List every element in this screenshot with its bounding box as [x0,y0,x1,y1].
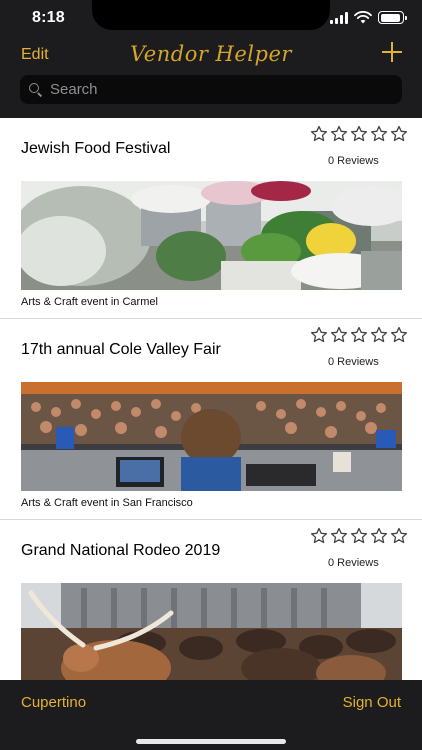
event-caption: Arts & Craft event in Carmel [21,296,158,308]
plus-icon[interactable] [382,42,402,62]
status-indicators [330,11,407,24]
review-count: 0 Reviews [328,155,379,167]
dj-crowd-photo [21,382,402,491]
star-outline-icon[interactable] [310,326,328,344]
star-outline-icon[interactable] [330,125,348,143]
star-outline-icon[interactable] [350,527,368,545]
search-icon [29,82,43,97]
star-outline-icon[interactable] [370,125,388,143]
sign-out-button[interactable]: Sign Out [343,694,401,711]
rating-stars[interactable] [310,125,408,143]
location-button[interactable]: Cupertino [21,694,86,711]
event-row[interactable]: 17th annual Cole Valley Fair 0 Reviews A… [0,319,422,520]
event-row[interactable]: Jewish Food Festival 0 Reviews Arts & Cr… [0,118,422,319]
star-outline-icon[interactable] [310,527,328,545]
home-indicator[interactable] [136,739,286,744]
app-screen: 8:18 Edit Vendor Helper Jewish Food Fest [0,0,422,750]
cattle-rodeo-photo [21,583,402,680]
review-count: 0 Reviews [328,557,379,569]
rating-stars[interactable] [310,326,408,344]
event-caption: Arts & Craft event in San Francisco [21,497,193,509]
app-title: Vendor Helper [130,42,292,66]
star-outline-icon[interactable] [390,125,408,143]
event-title: 17th annual Cole Valley Fair [21,341,221,358]
top-bar: 8:18 Edit Vendor Helper [0,0,422,118]
event-row[interactable]: Grand National Rodeo 2019 0 Reviews [0,520,422,680]
battery-icon [378,11,407,24]
event-list[interactable]: Jewish Food Festival 0 Reviews Arts & Cr… [0,118,422,680]
star-outline-icon[interactable] [390,527,408,545]
star-outline-icon[interactable] [330,326,348,344]
star-outline-icon[interactable] [390,326,408,344]
device-notch [92,0,330,30]
review-count: 0 Reviews [328,356,379,368]
wifi-icon [354,11,372,24]
cellular-signal-icon [330,11,348,24]
battery-level [380,13,401,22]
event-title: Jewish Food Festival [21,140,171,157]
search-input[interactable] [50,81,390,98]
search-bar[interactable] [20,75,402,104]
star-outline-icon[interactable] [310,125,328,143]
star-outline-icon[interactable] [370,326,388,344]
star-outline-icon[interactable] [350,125,368,143]
star-outline-icon[interactable] [370,527,388,545]
star-outline-icon[interactable] [350,326,368,344]
status-time: 8:18 [32,9,65,26]
event-title: Grand National Rodeo 2019 [21,542,221,559]
rating-stars[interactable] [310,527,408,545]
star-outline-icon[interactable] [330,527,348,545]
flower-market-photo [21,181,402,290]
